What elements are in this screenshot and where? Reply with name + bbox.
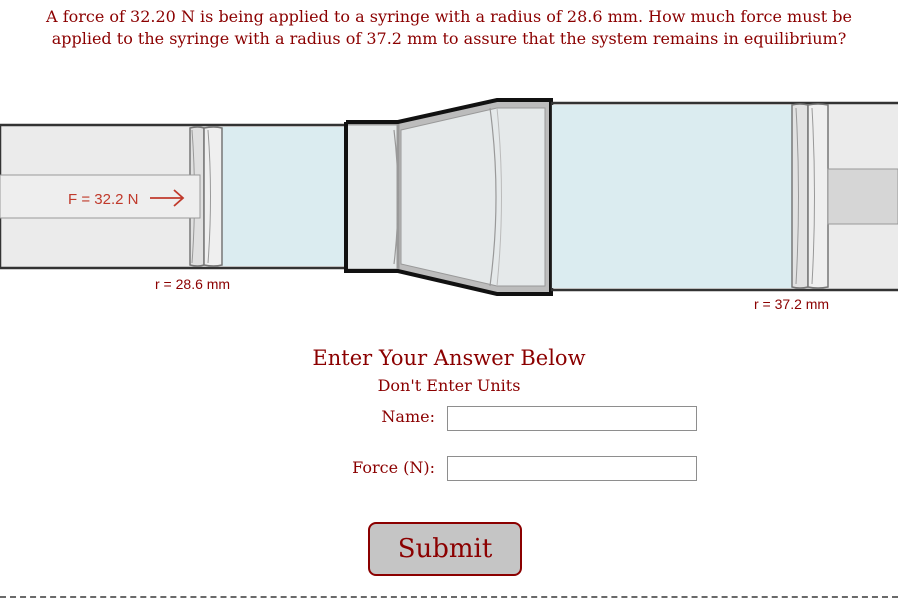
hydraulic-syringe-diagram: F = 32.2 N r = 28.6 mm r = 37.2 mm xyxy=(0,98,898,312)
left-radius-label: r = 28.6 mm xyxy=(155,276,230,292)
answer-subheading: Don't Enter Units xyxy=(377,376,521,395)
name-label: Name: xyxy=(381,407,435,426)
right-radius-label: r = 37.2 mm xyxy=(754,296,829,312)
left-syringe xyxy=(0,123,349,270)
divider xyxy=(0,596,898,598)
submit-button[interactable]: Submit xyxy=(368,522,522,576)
answer-heading: Enter Your Answer Below xyxy=(312,346,586,370)
force-input-label: Force (N): xyxy=(352,458,435,477)
name-input[interactable] xyxy=(447,406,697,431)
question-text: A force of 32.20 N is being applied to a… xyxy=(46,7,852,48)
force-input[interactable] xyxy=(447,456,697,481)
force-label: F = 32.2 N xyxy=(68,191,138,208)
connector xyxy=(344,98,553,296)
right-syringe xyxy=(550,101,898,292)
